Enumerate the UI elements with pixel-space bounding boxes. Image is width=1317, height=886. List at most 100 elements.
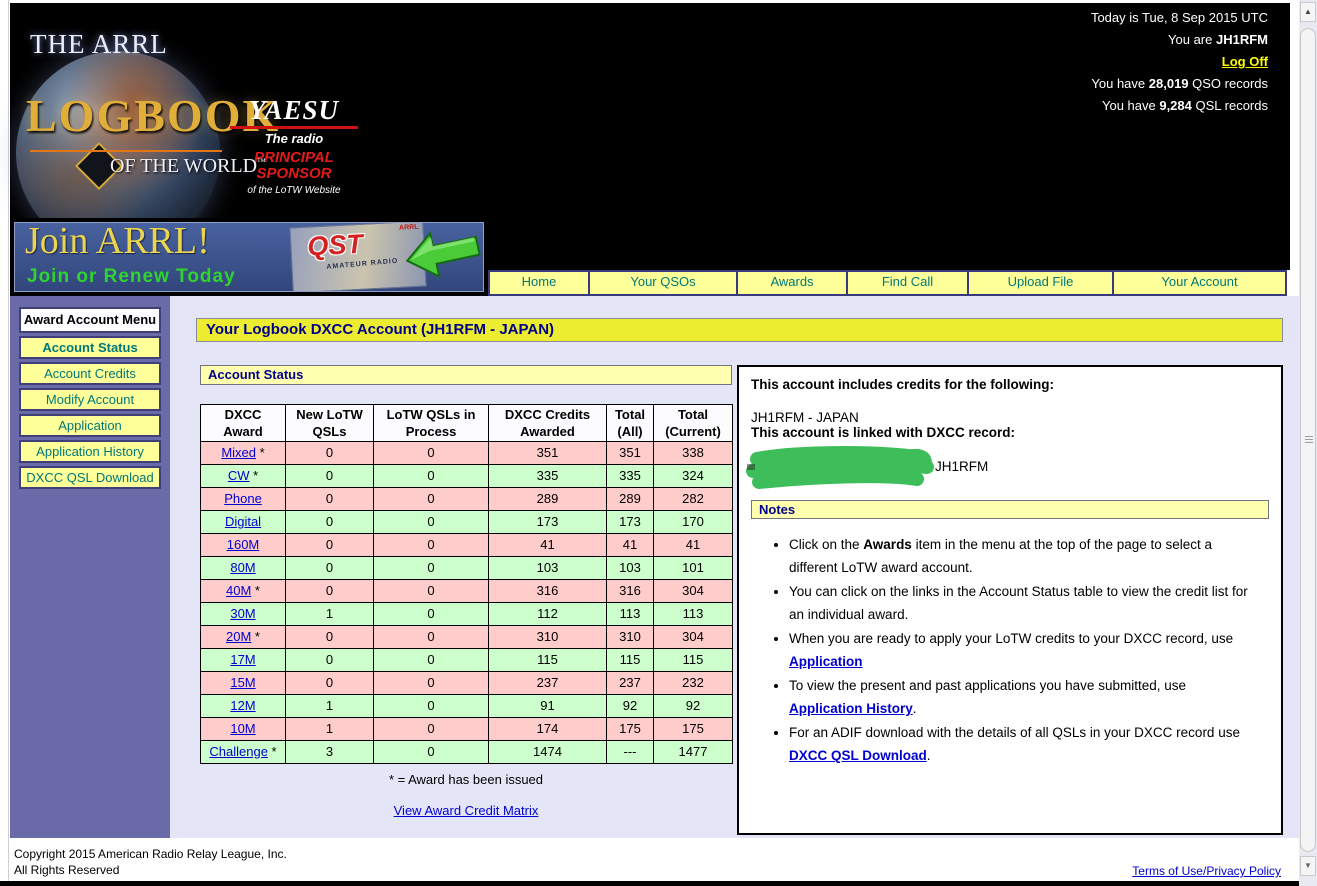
value-cell: 0 xyxy=(286,534,374,557)
award-link-digital[interactable]: Digital xyxy=(225,514,261,529)
award-link-15m[interactable]: 15M xyxy=(230,675,255,690)
sidebar-item-application[interactable]: Application xyxy=(19,414,161,437)
value-cell: 310 xyxy=(607,626,654,649)
award-link-160m[interactable]: 160M xyxy=(227,537,260,552)
qst-logo: QST xyxy=(307,229,364,263)
banner-art: Join ARRL! Join or Renew Today QST AMATE… xyxy=(14,222,484,292)
sidebar-item-modify-account[interactable]: Modify Account xyxy=(19,388,161,411)
issued-asterisk: * xyxy=(251,629,260,644)
sidebar-item-account-status[interactable]: Account Status xyxy=(19,336,161,359)
value-cell: 0 xyxy=(286,649,374,672)
account-info-panel: This account includes credits for the fo… xyxy=(737,365,1283,835)
award-link-80m[interactable]: 80M xyxy=(230,560,255,575)
value-cell: 0 xyxy=(286,465,374,488)
award-link-mixed[interactable]: Mixed xyxy=(221,445,256,460)
yaesu-logo: YAESU xyxy=(228,95,360,126)
award-cell: 12M xyxy=(201,695,286,718)
sidebar-item-account-credits[interactable]: Account Credits xyxy=(19,362,161,385)
value-cell: 316 xyxy=(607,580,654,603)
scroll-down-icon[interactable]: ▼ xyxy=(1300,856,1316,876)
banner-title: Join ARRL! xyxy=(25,222,210,263)
value-cell: 3 xyxy=(286,741,374,764)
nav-tab-find-call[interactable]: Find Call xyxy=(848,272,967,294)
award-link-10m[interactable]: 10M xyxy=(230,721,255,736)
table-row: 160M00414141 xyxy=(201,534,733,557)
value-cell: 0 xyxy=(286,488,374,511)
value-cell: 115 xyxy=(607,649,654,672)
notes-list: Click on the Awards item in the menu at … xyxy=(751,533,1269,767)
scroll-up-icon[interactable]: ▲ xyxy=(1300,2,1316,22)
note-link-dxcc-qsl-download[interactable]: DXCC QSL Download xyxy=(789,748,927,763)
terms-privacy-link[interactable]: Terms of Use/Privacy Policy xyxy=(1132,864,1281,878)
award-link-challenge[interactable]: Challenge xyxy=(209,744,268,759)
award-link-40m[interactable]: 40M xyxy=(226,583,251,598)
sidebar-item-application-history[interactable]: Application History xyxy=(19,440,161,463)
award-link-cw[interactable]: CW xyxy=(228,468,250,483)
value-cell: 113 xyxy=(654,603,733,626)
value-cell: 115 xyxy=(654,649,733,672)
award-link-30m[interactable]: 30M xyxy=(230,606,255,621)
value-cell: --- xyxy=(607,741,654,764)
value-cell: 351 xyxy=(607,442,654,465)
table-row: 80M00103103101 xyxy=(201,557,733,580)
join-arrl-banner[interactable]: Join ARRL! Join or Renew Today QST AMATE… xyxy=(10,218,488,296)
value-cell: 41 xyxy=(607,534,654,557)
note-text: . xyxy=(927,748,931,763)
award-cell: Digital xyxy=(201,511,286,534)
qsl-count: 9,284 xyxy=(1159,98,1192,113)
notes-header: Notes xyxy=(751,500,1269,519)
nav-tab-home[interactable]: Home xyxy=(490,272,588,294)
award-link-20m[interactable]: 20M xyxy=(226,629,251,644)
value-cell: 1 xyxy=(286,695,374,718)
note-link-application-history[interactable]: Application History xyxy=(789,701,913,716)
log-off-link[interactable]: Log Off xyxy=(1222,51,1268,73)
table-row: 20M *00310310304 xyxy=(201,626,733,649)
nav-tab-your-qsos[interactable]: Your QSOs xyxy=(590,272,736,294)
award-link-phone[interactable]: Phone xyxy=(224,491,262,506)
vertical-scrollbar[interactable]: ▲ ▼ xyxy=(1299,0,1317,886)
sidebar-item-dxcc-qsl-download[interactable]: DXCC QSL Download xyxy=(19,466,161,489)
award-cell: 20M * xyxy=(201,626,286,649)
table-row: Phone00289289282 xyxy=(201,488,733,511)
value-cell: 92 xyxy=(654,695,733,718)
value-cell: 304 xyxy=(654,580,733,603)
value-cell: 101 xyxy=(654,557,733,580)
value-cell: 0 xyxy=(374,718,489,741)
value-cell: 282 xyxy=(654,488,733,511)
award-account-menu: Award Account Menu Account StatusAccount… xyxy=(19,307,161,492)
account-status-header: Account Status xyxy=(200,365,732,385)
you-are-line: You are JH1RFM xyxy=(1091,29,1268,51)
table-row: 40M *00316316304 xyxy=(201,580,733,603)
value-cell: 351 xyxy=(489,442,607,465)
value-cell: 237 xyxy=(607,672,654,695)
note-text: To view the present and past application… xyxy=(789,678,1186,693)
nav-tab-awards[interactable]: Awards xyxy=(738,272,846,294)
award-link-17m[interactable]: 17M xyxy=(230,652,255,667)
award-footnote: * = Award has been issued xyxy=(200,772,732,787)
value-cell: 0 xyxy=(374,511,489,534)
view-award-credit-matrix-link[interactable]: View Award Credit Matrix xyxy=(394,803,539,818)
nav-tab-your-account[interactable]: Your Account xyxy=(1114,272,1285,294)
nav-tab-upload-file[interactable]: Upload File xyxy=(969,272,1112,294)
table-row: 12M10919292 xyxy=(201,695,733,718)
date-line: Today is Tue, 8 Sep 2015 UTC xyxy=(1091,7,1268,29)
value-cell: 335 xyxy=(607,465,654,488)
value-cell: 0 xyxy=(374,580,489,603)
note-link-application[interactable]: Application xyxy=(789,654,863,669)
value-cell: 0 xyxy=(374,626,489,649)
award-link-12m[interactable]: 12M xyxy=(230,698,255,713)
table-row: Mixed *00351351338 xyxy=(201,442,733,465)
award-cell: 10M xyxy=(201,718,286,741)
award-cell: 80M xyxy=(201,557,286,580)
scrollbar-thumb[interactable] xyxy=(1300,28,1316,852)
note-text: When you are ready to apply your LoTW cr… xyxy=(789,631,1233,646)
table-row: 10M10174175175 xyxy=(201,718,733,741)
sponsor-block: YAESU The radio PRINCIPAL SPONSOR of the… xyxy=(228,95,360,196)
value-cell: 0 xyxy=(374,649,489,672)
redaction-scribble xyxy=(745,446,941,492)
value-cell: 289 xyxy=(607,488,654,511)
award-cell: Challenge * xyxy=(201,741,286,764)
value-cell: 0 xyxy=(374,741,489,764)
award-cell: Phone xyxy=(201,488,286,511)
value-cell: 173 xyxy=(607,511,654,534)
